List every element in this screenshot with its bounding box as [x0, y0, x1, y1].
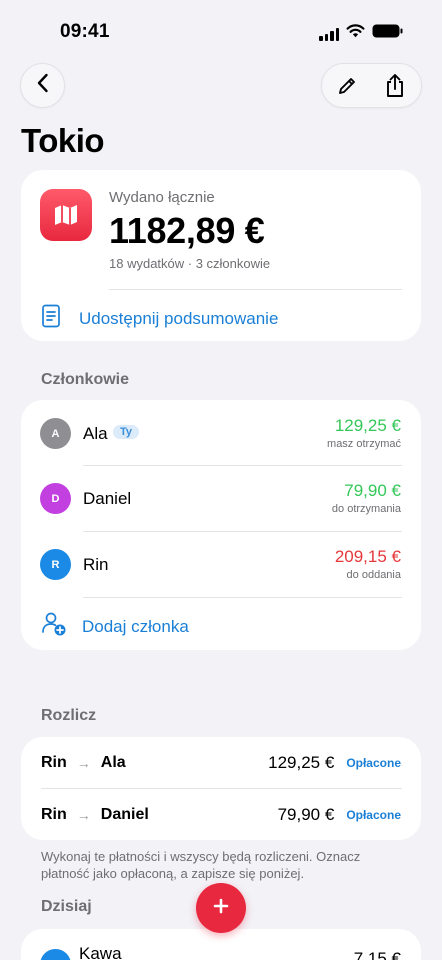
total-label: Wydano łącznie [109, 189, 215, 206]
status-time: 09:41 [60, 21, 110, 42]
share-summary-button[interactable]: Udostępnij podsumowanie [41, 304, 278, 333]
you-badge: Ty [113, 425, 140, 439]
back-button[interactable] [20, 63, 65, 108]
expense-name: Kawa [79, 944, 122, 960]
divider [109, 289, 402, 290]
signal-icon [319, 27, 339, 41]
settlement-from: Rin [41, 753, 67, 771]
actions-pill [321, 63, 422, 108]
expense-amount: 7,15 € [353, 949, 401, 960]
divider [83, 597, 402, 598]
member-row[interactable]: A Ala Ty 129,25 € masz otrzymać [21, 400, 421, 466]
member-row[interactable]: D Daniel 79,90 € do otrzymania [21, 466, 421, 532]
avatar: R [40, 549, 71, 580]
settlement-amount: 79,90 € [277, 804, 335, 824]
wifi-icon [346, 24, 365, 43]
settlement-to: Ala [100, 753, 126, 771]
settlement-from: Rin [41, 805, 67, 823]
share-icon [387, 73, 403, 97]
share-button[interactable] [382, 73, 408, 99]
status-icons [319, 24, 403, 43]
member-row[interactable]: R Rin 209,15 € do oddania [21, 532, 421, 598]
add-expense-button[interactable] [196, 883, 246, 933]
arrow-right-icon: → [76, 806, 91, 823]
chevron-left-icon [36, 73, 50, 98]
settlement-amount: 129,25 € [268, 752, 335, 772]
member-balance: 129,25 € [334, 416, 401, 435]
member-balance: 209,15 € [334, 547, 401, 566]
add-person-icon [41, 611, 67, 642]
summary-card: Wydano łącznie 1182,89 € 18 wydatków · 3… [21, 170, 421, 341]
settle-section-title: Rozlicz [41, 707, 97, 724]
plus-icon [212, 897, 230, 920]
add-member-label: Dodaj członka [82, 616, 189, 636]
avatar: A [40, 418, 71, 449]
settle-card: Rin → Ala 129,25 € Opłacone Rin → Daniel… [21, 737, 421, 840]
member-name: Ala [83, 424, 108, 443]
document-icon [41, 304, 61, 333]
member-balance: 79,90 € [344, 481, 401, 500]
avatar: D [40, 483, 71, 514]
status-bar: 09:41 [0, 0, 442, 64]
today-card: Kawa 7,15 € [21, 929, 421, 960]
page-title: Tokio [21, 122, 105, 159]
map-icon [40, 189, 92, 241]
settlement-row: Rin → Daniel 79,90 € Opłacone [21, 789, 421, 840]
members-card: A Ala Ty 129,25 € masz otrzymać D Daniel… [21, 400, 421, 650]
trip-meta: 18 wydatków · 3 członkowie [109, 256, 271, 271]
battery-icon [372, 24, 403, 43]
settle-hint: Wykonaj te płatności i wszyscy będą rozl… [41, 849, 361, 881]
pencil-icon [339, 77, 355, 94]
members-section-title: Członkowie [41, 371, 130, 388]
member-balance-note: do otrzymania [331, 503, 401, 515]
member-name: Daniel [83, 489, 132, 508]
avatar [40, 949, 71, 960]
member-balance-note: masz otrzymać [327, 438, 401, 450]
member-name: Rin [83, 555, 109, 574]
add-member-button[interactable]: Dodaj członka [41, 611, 189, 642]
arrow-right-icon: → [76, 754, 91, 771]
share-summary-label: Udostępnij podsumowanie [79, 308, 279, 328]
settlement-to: Daniel [100, 805, 149, 823]
edit-button[interactable] [334, 73, 360, 99]
settlement-row: Rin → Ala 129,25 € Opłacone [21, 737, 421, 788]
today-section-title: Dzisiaj [41, 898, 92, 915]
total-amount: 1182,89 € [109, 210, 265, 251]
mark-paid-button[interactable]: Opłacone [346, 808, 401, 822]
mark-paid-button[interactable]: Opłacone [346, 756, 401, 770]
member-balance-note: do oddania [346, 569, 401, 581]
